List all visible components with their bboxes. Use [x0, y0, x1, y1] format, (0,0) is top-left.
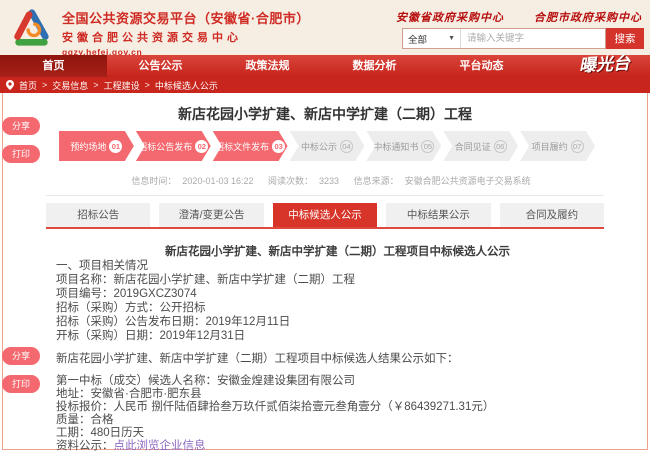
share-button[interactable]: 分享	[2, 347, 40, 365]
info-source-label: 信息来源：	[354, 176, 399, 186]
step-project-performance: 项目履约 07	[520, 131, 595, 161]
chevron-down-icon: ▼	[448, 35, 455, 42]
step-label: 预约场地	[70, 140, 106, 153]
step-number: 02	[195, 140, 208, 153]
step-number: 03	[272, 140, 285, 153]
article-line-opening-date: 开标（采购）日期：2019年12月31日	[56, 329, 619, 343]
hefei-procurement-link[interactable]: 合肥市政府采购中心	[534, 9, 642, 25]
step-venue-booking: 预约场地 01	[59, 131, 134, 161]
divider	[46, 195, 604, 196]
site-header: 全国公共资源交易平台（安徽省·合肥市） 安徽合肥公共资源交易中心 ggzy.he…	[0, 0, 650, 55]
step-label: 中标公示	[301, 140, 337, 153]
tab-award-result[interactable]: 中标结果公示	[386, 203, 490, 227]
breadcrumb-separator: >	[93, 80, 98, 90]
article-line-project-number: 项目编号：2019GXCZ3074	[56, 287, 619, 301]
company-info-link[interactable]: 点此浏览企业信息	[114, 440, 206, 452]
article-line-tender-method: 招标（采购）方式：公开招标	[56, 301, 619, 315]
step-label: 合同见证	[455, 140, 491, 153]
location-pin-icon	[6, 80, 14, 90]
step-label: 招标公告发布	[138, 140, 192, 153]
share-button[interactable]: 分享	[2, 117, 40, 135]
search-category-value: 全部	[408, 32, 427, 46]
step-label: 中标通知书	[373, 140, 418, 153]
info-time-value: 2020-01-03 16:22	[182, 176, 253, 186]
candidate-quality-line: 质量：合格	[56, 414, 619, 427]
nav-item-announcements[interactable]: 公告公示	[107, 55, 214, 77]
breadcrumb-current: 中标候选人公示	[155, 79, 218, 92]
article-section-title: 一、项目相关情况	[56, 259, 619, 273]
breadcrumb-construction[interactable]: 工程建设	[104, 79, 140, 92]
breadcrumb-separator: >	[42, 80, 47, 90]
step-label: 项目履约	[532, 140, 568, 153]
step-award-notice: 中标通知书 05	[366, 131, 441, 161]
info-meta: 信息时间： 2020-01-03 16:22 阅读次数： 3233 信息来源： 安徽合…	[3, 174, 647, 187]
info-time-label: 信息时间：	[131, 176, 176, 186]
info-link-prefix: 资料公示：	[56, 440, 114, 452]
info-views-value: 3233	[319, 176, 339, 186]
tabs-underline	[46, 227, 604, 229]
nav-item-platform-news[interactable]: 平台动态	[428, 55, 535, 77]
tab-clarification[interactable]: 澄清/变更公告	[159, 203, 263, 227]
nav-item-home[interactable]: 首页	[0, 55, 107, 77]
article-result-intro: 新店花园小学扩建、新店中学扩建（二期）工程项目中标候选人结果公示如下：	[56, 352, 619, 366]
platform-title: 全国公共资源交易平台（安徽省·合肥市）	[62, 8, 310, 27]
candidate-name-line: 第一中标（成交）候选人名称：安徽金煌建设集团有限公司	[56, 375, 619, 388]
step-number: 05	[421, 140, 434, 153]
anhui-procurement-link[interactable]: 安徽省政府采购中心	[396, 9, 504, 25]
print-button[interactable]: 打印	[2, 145, 40, 163]
search-input[interactable]	[461, 29, 605, 48]
content-frame: 新店花园小学扩建、新店中学扩建（二期）工程 预约场地 01 招标公告发布 02 …	[2, 93, 648, 450]
step-tender-documents: 招标文件发布 03	[213, 131, 288, 161]
tab-tender-notice[interactable]: 招标公告	[46, 203, 150, 227]
breadcrumb-home[interactable]: 首页	[19, 79, 37, 92]
step-number: 04	[340, 140, 353, 153]
step-label: 招标文件发布	[215, 140, 269, 153]
detail-tabs: 招标公告 澄清/变更公告 中标候选人公示 中标结果公示 合同及履约	[46, 203, 604, 227]
spacer	[56, 343, 619, 352]
platform-logo-icon	[10, 7, 52, 49]
tab-contract-performance[interactable]: 合同及履约	[500, 203, 604, 227]
search-box: 全部 ▼	[402, 28, 606, 49]
search-bar: 全部 ▼ 搜索	[402, 28, 644, 49]
nav-item-policies[interactable]: 政策法规	[214, 55, 321, 77]
announcement-article: 新店花园小学扩建、新店中学扩建（二期）工程项目中标候选人公示 一、项目相关情况 …	[56, 245, 619, 453]
breadcrumb-separator: >	[145, 80, 150, 90]
breadcrumb: 首页 > 交易信息 > 工程建设 > 中标候选人公示	[0, 77, 650, 93]
step-number: 06	[494, 140, 507, 153]
spacer	[56, 366, 619, 375]
process-steps: 预约场地 01 招标公告发布 02 招标文件发布 03 中标公示 04 中标通知…	[59, 131, 595, 161]
step-award-publicity: 中标公示 04	[290, 131, 365, 161]
main-nav: 首页 公告公示 政策法规 数据分析 平台动态 曝光台	[0, 55, 650, 77]
article-line-notice-date: 招标（采购）公告发布日期：2019年12月11日	[56, 315, 619, 329]
step-number: 07	[571, 140, 584, 153]
info-source-value: 安徽合肥公共资源电子交易系统	[405, 176, 531, 186]
page-title: 新店花园小学扩建、新店中学扩建（二期）工程	[3, 104, 647, 124]
center-name: 安徽合肥公共资源交易中心	[62, 29, 310, 45]
step-number: 01	[109, 140, 122, 153]
step-contract-witness: 合同见证 06	[443, 131, 518, 161]
candidate-bid-price-line: 投标报价：人民币 捌仟陆佰肆拾叁万玖仟贰佰柒拾壹元叁角壹分（￥86439271.…	[56, 401, 619, 414]
search-category-select[interactable]: 全部 ▼	[403, 29, 461, 48]
spotlight-badge[interactable]: 曝光台	[578, 52, 630, 79]
step-tender-notice: 招标公告发布 02	[136, 131, 211, 161]
breadcrumb-trade-info[interactable]: 交易信息	[52, 79, 88, 92]
candidate-duration-line: 工期：480日历天	[56, 427, 619, 440]
search-button[interactable]: 搜索	[606, 28, 644, 49]
article-line-project-name: 项目名称：新店花园小学扩建、新店中学扩建（二期）工程	[56, 273, 619, 287]
candidate-address-line: 地址：安徽省·合肥市·肥东县	[56, 388, 619, 401]
article-heading: 新店花园小学扩建、新店中学扩建（二期）工程项目中标候选人公示	[56, 245, 619, 259]
gov-links: 安徽省政府采购中心 合肥市政府采购中心	[396, 9, 642, 25]
nav-item-data-analysis[interactable]: 数据分析	[321, 55, 428, 77]
brand-block: 全国公共资源交易平台（安徽省·合肥市） 安徽合肥公共资源交易中心 ggzy.he…	[62, 8, 310, 57]
candidate-info-line: 资料公示：点此浏览企业信息	[56, 440, 619, 453]
info-views-label: 阅读次数：	[268, 176, 313, 186]
print-button[interactable]: 打印	[2, 375, 40, 393]
tab-winning-candidates[interactable]: 中标候选人公示	[273, 203, 377, 227]
